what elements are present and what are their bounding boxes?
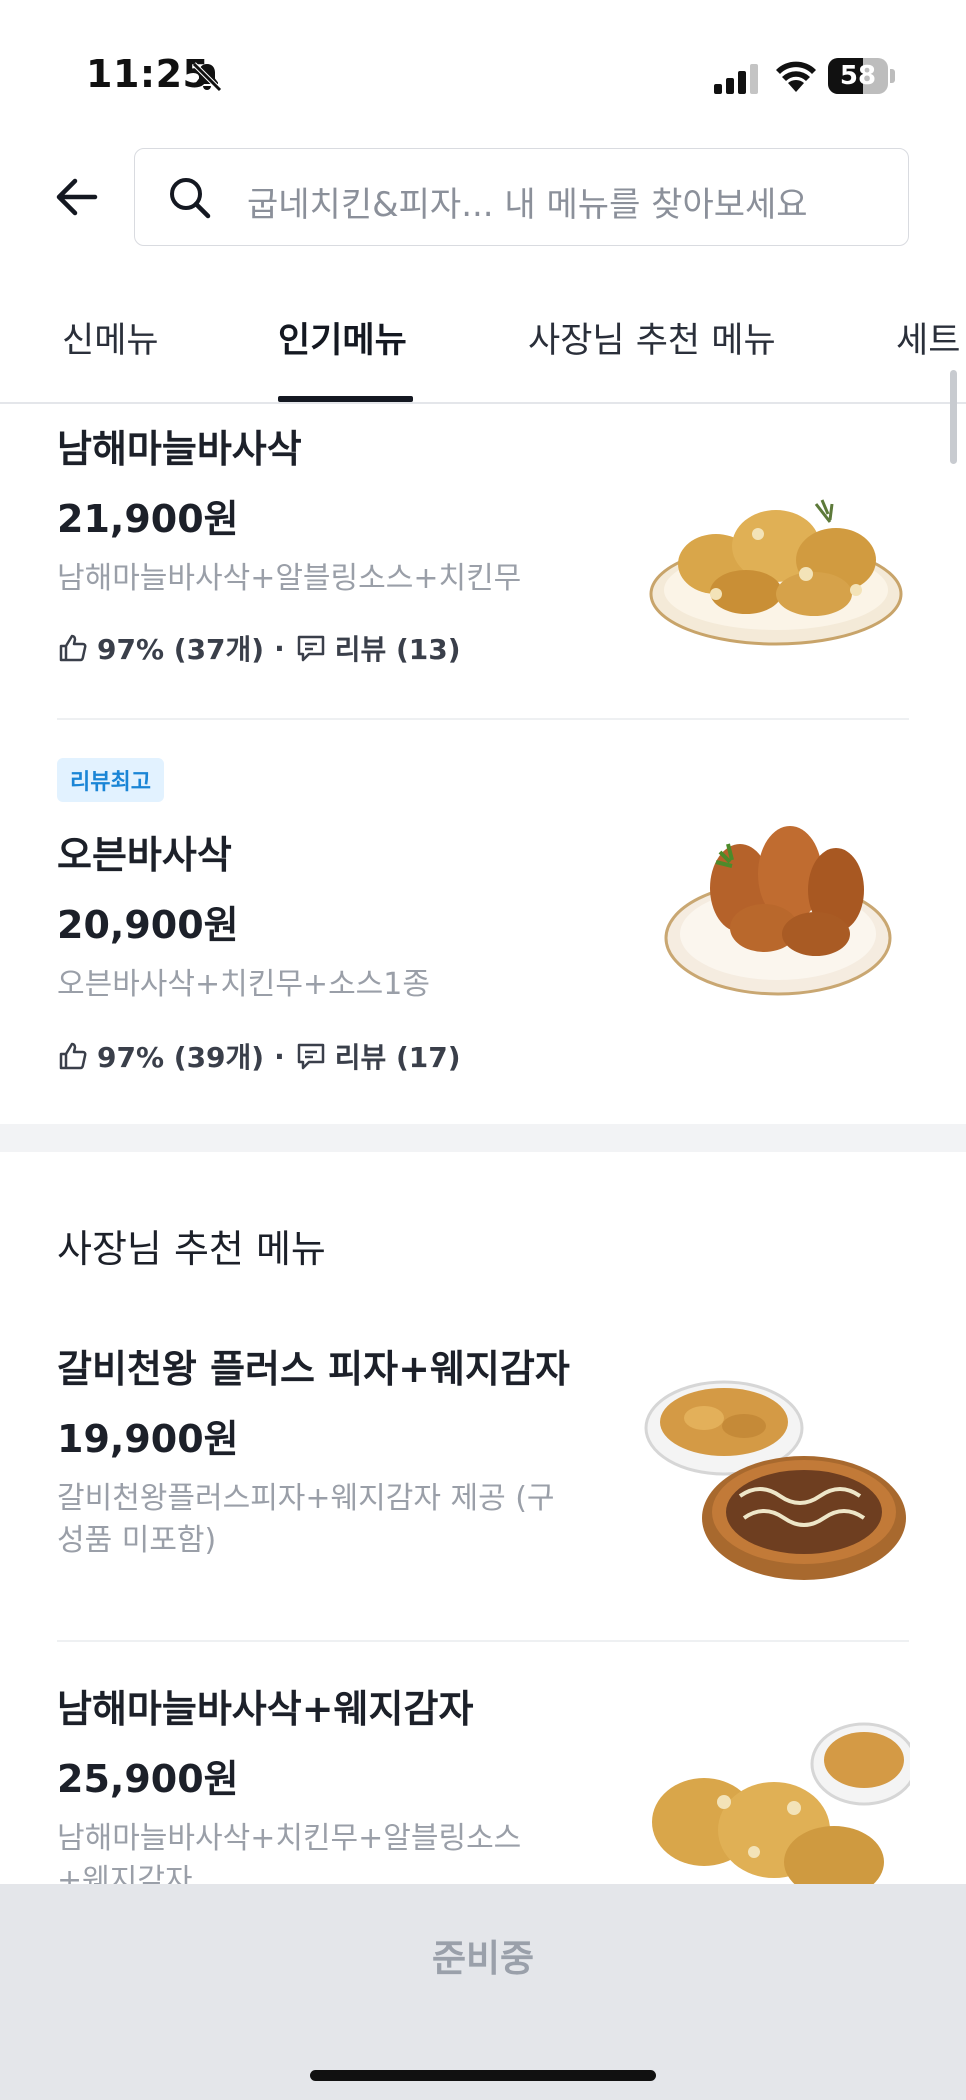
menu-item-price: 19,900원 bbox=[57, 1417, 239, 1461]
menu-item-name: 남해마늘바사삭+웨지감자 bbox=[57, 1687, 474, 1731]
active-tab-indicator bbox=[278, 396, 413, 402]
menu-item-price: 21,900원 bbox=[57, 497, 239, 541]
comment-icon bbox=[297, 1043, 324, 1070]
menu-item-stats: 97% (39개) · 리뷰 (17) bbox=[57, 1036, 461, 1076]
menu-item-stats: 97% (37개) · 리뷰 (13) bbox=[57, 628, 461, 668]
section-separator bbox=[0, 1124, 966, 1152]
oven-chicken-image bbox=[664, 826, 892, 996]
menu-item-price: 25,900원 bbox=[57, 1757, 239, 1801]
menu-search-input[interactable]: 굽네치킨&피자... 내 메뉴를 찾아보세요 bbox=[134, 148, 909, 246]
comment-icon bbox=[297, 635, 324, 662]
menu-item-description: 오븐바사삭+치킨무+소스1종 bbox=[57, 967, 430, 1002]
thumbs-up-icon bbox=[59, 634, 87, 662]
menu-item[interactable]: 남해마늘바사삭+웨지감자 25,900원 남해마늘바사삭+치킨무+알블링소스 +… bbox=[0, 1642, 966, 1884]
menu-item[interactable]: 갈비천왕 플러스 피자+웨지감자 19,900원 갈비천왕플러스피자+웨지감자 … bbox=[0, 1300, 966, 1640]
review-count: 리뷰 (13) bbox=[334, 633, 461, 666]
menu-category-tabs: 신메뉴 인기메뉴 사장님 추천 메뉴 세트 bbox=[0, 290, 966, 404]
rating-text: 97% (37개) bbox=[97, 633, 265, 666]
search-icon bbox=[170, 178, 211, 219]
tab-set[interactable]: 세트 bbox=[896, 312, 960, 363]
rating-text: 97% (39개) bbox=[97, 1041, 265, 1074]
search-placeholder: 굽네치킨&피자... 내 메뉴를 찾아보세요 bbox=[247, 185, 808, 225]
tab-owner-recommended[interactable]: 사장님 추천 메뉴 bbox=[528, 312, 776, 363]
review-count: 리뷰 (17) bbox=[334, 1041, 461, 1074]
arrow-left-icon bbox=[56, 178, 98, 216]
garlic-chicken-image bbox=[649, 499, 903, 646]
bell-muted-icon bbox=[192, 62, 222, 92]
thumbs-up-icon bbox=[59, 1042, 87, 1070]
cellular-signal-icon bbox=[714, 64, 758, 94]
tab-popular-menu[interactable]: 인기메뉴 bbox=[278, 312, 407, 363]
bottom-order-bar: 준비중 bbox=[0, 1884, 966, 2100]
home-indicator[interactable] bbox=[310, 2070, 656, 2081]
back-button[interactable] bbox=[52, 172, 102, 222]
menu-item[interactable]: 리뷰최고 오븐바사삭 20,900원 오븐바사삭+치킨무+소스1종 97% (3… bbox=[0, 720, 966, 1124]
menu-item-name: 오븐바사삭 bbox=[57, 833, 232, 877]
best-review-badge: 리뷰최고 bbox=[57, 758, 164, 802]
menu-item-price: 20,900원 bbox=[57, 903, 239, 947]
pizza-wedge-potato-image bbox=[644, 1380, 906, 1580]
menu-item-name: 갈비천왕 플러스 피자+웨지감자 bbox=[57, 1347, 570, 1391]
tab-new-menu[interactable]: 신메뉴 bbox=[62, 312, 159, 363]
status-bar: 11:25 58 bbox=[0, 0, 966, 150]
menu-item[interactable]: 남해마늘바사삭 21,900원 남해마늘바사삭+알블링소스+치킨무 97% (3… bbox=[0, 404, 966, 720]
menu-item-description: 남해마늘바사삭+알블링소스+치킨무 bbox=[57, 561, 522, 596]
section-title: 사장님 추천 메뉴 bbox=[57, 1227, 326, 1271]
battery-level: 58 bbox=[839, 61, 877, 91]
battery-icon: 58 bbox=[828, 58, 896, 94]
garlic-chicken-wedge-image bbox=[652, 1722, 910, 1884]
wifi-icon bbox=[776, 61, 816, 92]
preparing-button[interactable]: 준비중 bbox=[0, 1928, 966, 1982]
menu-item-description: 갈비천왕플러스피자+웨지감자 제공 (구성품 미포함) bbox=[57, 1481, 555, 1558]
menu-item-name: 남해마늘바사삭 bbox=[57, 427, 302, 471]
menu-item-description: 남해마늘바사삭+치킨무+알블링소스 +웨지감자 bbox=[57, 1821, 522, 1884]
